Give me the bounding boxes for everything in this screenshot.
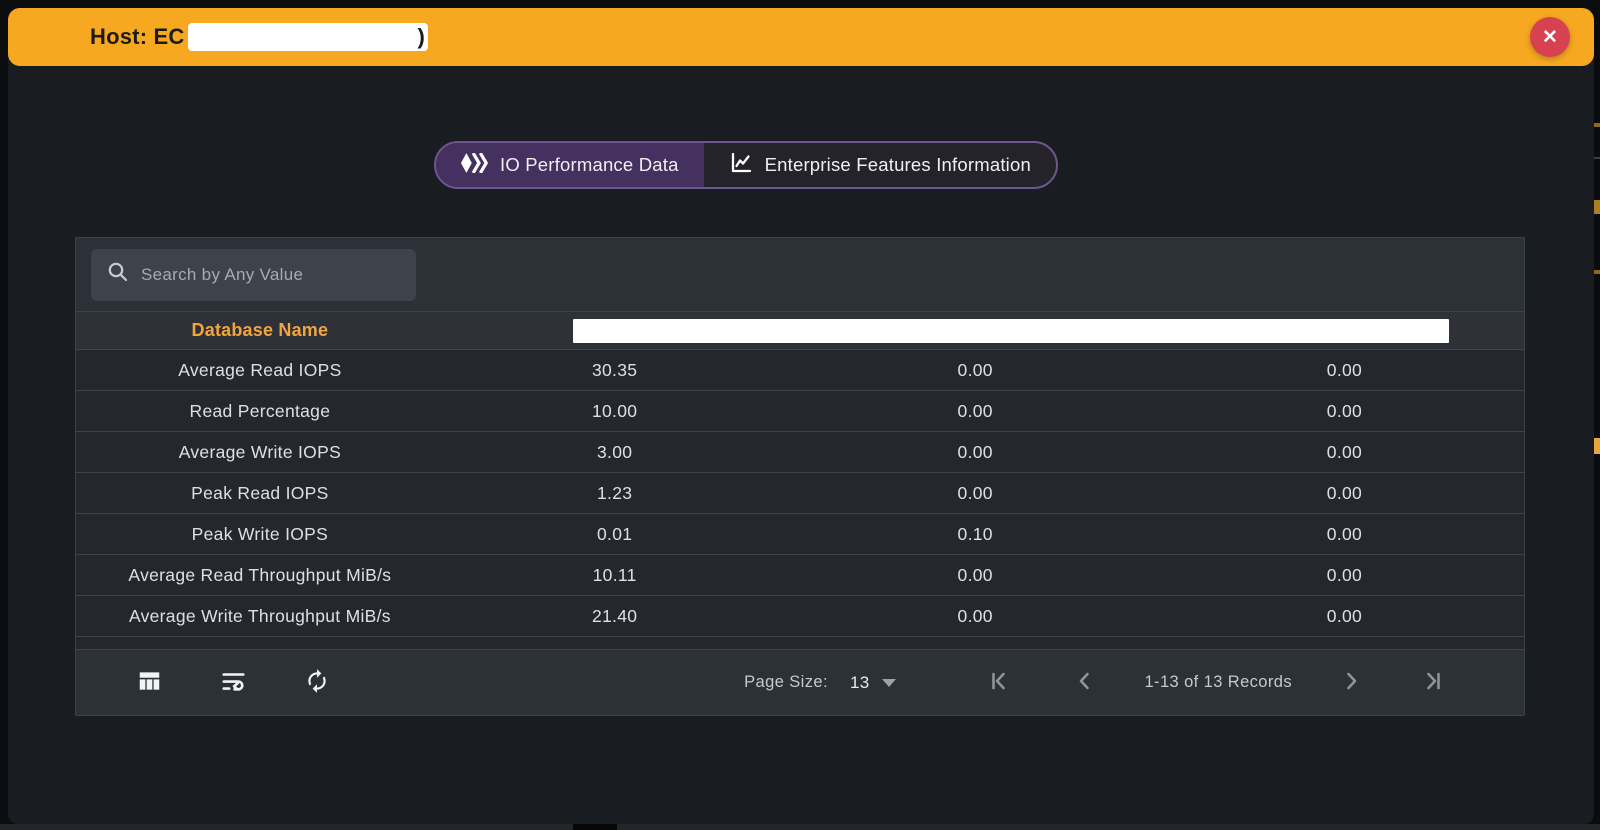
table-body: Average Read IOPS 30.35 0.00 0.00 Read P…	[76, 350, 1524, 649]
metric-label: Average Write Throughput MiB/s	[76, 606, 444, 627]
line-chart-icon	[729, 151, 753, 180]
metric-value: 10.00	[444, 401, 786, 422]
chevron-right-icon	[1342, 670, 1362, 695]
close-button[interactable]: ✕	[1530, 17, 1570, 57]
table-footer: Page Size: 13	[76, 649, 1524, 715]
search-icon	[107, 261, 129, 288]
metric-label: Average Read IOPS	[76, 360, 444, 381]
metric-value: 0.00	[786, 483, 1165, 504]
first-page-icon	[988, 670, 1010, 695]
background-fragment	[1594, 270, 1600, 274]
chevron-down-icon	[882, 679, 896, 687]
metric-value: 0.00	[786, 606, 1165, 627]
metric-value: 10.11	[444, 565, 786, 586]
host-title-suffix: )	[418, 24, 426, 50]
table-toolbar	[76, 238, 1524, 312]
tab-label: IO Performance Data	[500, 154, 679, 176]
metric-value: 0.00	[1165, 565, 1524, 586]
close-icon: ✕	[1542, 26, 1558, 49]
tab-enterprise-features-information[interactable]: Enterprise Features Information	[704, 143, 1056, 187]
wrap-text-icon	[220, 668, 247, 697]
table-row: Average Write Throughput MiB/s 21.40 0.0…	[76, 596, 1524, 637]
page-size-select[interactable]: 13	[850, 673, 897, 693]
background-page-left-edge: o e a	[0, 66, 8, 824]
next-page-button[interactable]	[1342, 670, 1362, 695]
modal-header: Host: EC ) ✕	[8, 8, 1594, 66]
host-details-modal: Host: EC ) ✕ IO Performance Data	[8, 8, 1594, 824]
host-title-prefix: Host: EC	[90, 24, 185, 50]
tab-bar: IO Performance Data Enterprise Features …	[434, 141, 1058, 189]
metric-value: 0.00	[1165, 442, 1524, 463]
clipped-table-row	[76, 637, 1524, 649]
tab-label: Enterprise Features Information	[765, 154, 1031, 176]
column-settings-button[interactable]	[132, 666, 166, 700]
page-size-label: Page Size:	[744, 673, 828, 692]
scrollbar-gap	[573, 824, 617, 830]
table-header-row: Database Name	[76, 312, 1524, 350]
chevron-left-icon	[1074, 670, 1094, 695]
search-box[interactable]	[91, 249, 416, 301]
hive-diamond-icon	[461, 153, 488, 178]
background-fragment	[1594, 123, 1600, 127]
background-fragment	[1594, 200, 1600, 214]
metric-value: 0.00	[786, 401, 1165, 422]
redacted-host-name	[188, 23, 428, 51]
table-row: Peak Write IOPS 0.01 0.10 0.00	[76, 514, 1524, 555]
metric-value: 0.00	[786, 565, 1165, 586]
metric-value: 0.00	[1165, 401, 1524, 422]
refresh-button[interactable]	[300, 666, 334, 700]
refresh-icon	[304, 668, 330, 697]
background-page-right-edge	[1594, 66, 1600, 824]
last-page-icon	[1422, 670, 1444, 695]
first-page-button[interactable]	[988, 670, 1010, 695]
table-action-buttons	[132, 666, 334, 700]
table-row: Peak Read IOPS 1.23 0.00 0.00	[76, 473, 1524, 514]
metric-value: 0.00	[1165, 360, 1524, 381]
metric-value: 21.40	[444, 606, 786, 627]
metric-value: 0.00	[1165, 524, 1524, 545]
metric-value: 1.23	[444, 483, 786, 504]
metric-value: 30.35	[444, 360, 786, 381]
table-row: Average Read IOPS 30.35 0.00 0.00	[76, 350, 1524, 391]
redacted-database-names	[573, 319, 1449, 343]
table-columns-icon	[136, 668, 163, 697]
io-performance-table: Database Name Average Read IOPS 30.35 0.…	[75, 237, 1525, 716]
metric-value: 0.10	[786, 524, 1165, 545]
modal-title: Host: EC )	[90, 23, 425, 51]
metric-value: 0.00	[1165, 606, 1524, 627]
metric-label: Peak Read IOPS	[76, 483, 444, 504]
metric-label: Average Write IOPS	[76, 442, 444, 463]
search-input[interactable]	[141, 265, 400, 285]
table-row: Average Write IOPS 3.00 0.00 0.00	[76, 432, 1524, 473]
records-range-text: 1-13 of 13 Records	[1144, 673, 1292, 692]
background-fragment	[1594, 157, 1600, 159]
metric-value: 0.00	[786, 360, 1165, 381]
metric-label: Average Read Throughput MiB/s	[76, 565, 444, 586]
last-page-button[interactable]	[1422, 670, 1444, 695]
column-header-database-name: Database Name	[76, 320, 444, 341]
metric-label: Read Percentage	[76, 401, 444, 422]
metric-value: 3.00	[444, 442, 786, 463]
metric-label: Peak Write IOPS	[76, 524, 444, 545]
tab-io-performance-data[interactable]: IO Performance Data	[436, 143, 704, 187]
horizontal-scrollbar[interactable]	[0, 824, 1600, 830]
table-row: Average Read Throughput MiB/s 10.11 0.00…	[76, 555, 1524, 596]
pagination: Page Size: 13	[744, 670, 1444, 695]
table-row: Read Percentage 10.00 0.00 0.00	[76, 391, 1524, 432]
metric-value: 0.01	[444, 524, 786, 545]
metric-value: 0.00	[1165, 483, 1524, 504]
metric-value: 0.00	[786, 442, 1165, 463]
background-fragment	[1594, 438, 1600, 454]
page-size-value: 13	[850, 673, 870, 693]
wrap-text-button[interactable]	[216, 666, 250, 700]
previous-page-button[interactable]	[1074, 670, 1094, 695]
